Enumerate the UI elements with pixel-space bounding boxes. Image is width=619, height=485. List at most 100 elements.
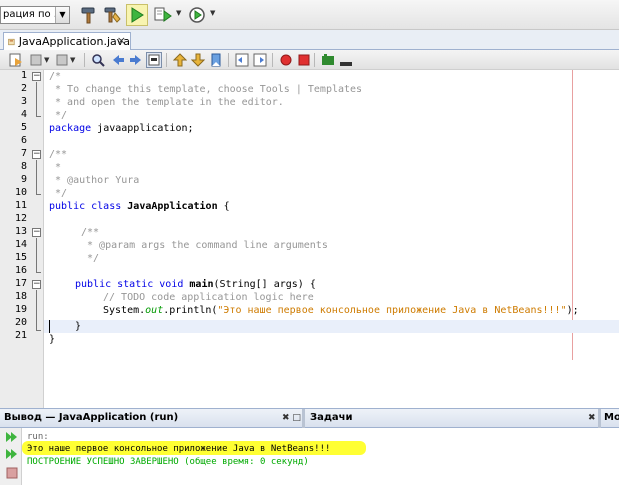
line-number: 16 [14, 265, 27, 276]
panel-divider[interactable] [302, 409, 305, 429]
toggle-bookmark-button[interactable] [208, 52, 224, 68]
tab-java-application[interactable]: JavaApplication.java × [3, 32, 131, 50]
code-line-16: public static void main(String[] args) { [75, 278, 316, 291]
line-number: 19 [14, 304, 27, 315]
line-number: 3 [20, 96, 27, 107]
code-line-18: System.out.println("Это наше первое конс… [103, 304, 579, 317]
stop-macro-button[interactable] [296, 52, 312, 68]
debug-project-button[interactable] [152, 4, 174, 26]
code-line-19: } [75, 321, 82, 332]
profile-project-button[interactable] [186, 4, 208, 26]
third-panel-title[interactable]: Мо [604, 412, 619, 423]
bookmark-icon [173, 53, 187, 67]
uncomment-button[interactable] [338, 52, 354, 68]
code-line-4: */ [49, 110, 68, 121]
close-icon[interactable]: × [117, 34, 126, 47]
line-number-gutter: 1 2 3 4 5 6 7 8 9 10 11 12 13 14 15 16 17 18 19 20 21 [0, 70, 44, 408]
string-literal: "Это наше первое консольное приложение J… [217, 305, 567, 316]
code-text: .println( [163, 305, 218, 316]
code-line-10: */ [49, 188, 68, 199]
record-icon [280, 54, 292, 66]
class-name: JavaApplication [127, 201, 218, 212]
code-line-2: * To change this template, choose Tools … [49, 84, 363, 95]
chevron-down-icon[interactable]: ▼ [70, 56, 75, 64]
clean-build-icon [104, 7, 121, 23]
line-number: 2 [20, 83, 27, 94]
last-edit-button[interactable] [8, 52, 24, 68]
editor-toolbar: ▼ ▼ [0, 50, 619, 70]
rerun-button[interactable] [5, 430, 19, 444]
stop-icon [298, 54, 310, 66]
back-button[interactable] [28, 52, 44, 68]
next-bookmark-button[interactable] [190, 52, 206, 68]
output-message-line: Это наше первое консольное приложение Ja… [27, 444, 331, 454]
shift-left-button[interactable] [234, 52, 250, 68]
forward-button[interactable] [54, 52, 70, 68]
chevron-down-icon[interactable]: ▼ [210, 9, 215, 17]
fold-guide [36, 290, 37, 330]
hammer-icon [81, 7, 95, 24]
code-line-11: public class JavaApplication { [49, 200, 230, 213]
fold-toggle[interactable]: − [32, 72, 41, 81]
line-number: 5 [20, 122, 27, 133]
comment-button[interactable] [320, 52, 336, 68]
find-previous-button[interactable] [110, 52, 126, 68]
start-macro-button[interactable] [278, 52, 294, 68]
fold-toggle[interactable]: − [32, 280, 41, 289]
rerun-with-params-button[interactable] [5, 447, 19, 461]
tasks-panel-title[interactable]: Задачи [310, 412, 353, 423]
fold-guide [36, 194, 41, 195]
fold-toggle[interactable]: − [32, 228, 41, 237]
chevron-down-icon[interactable]: ▼ [176, 9, 181, 17]
close-icon[interactable]: ✖ [588, 413, 596, 423]
line-number: 13 [14, 226, 27, 237]
code-line-1: /* [49, 71, 62, 82]
configuration-select[interactable]: рация по ... ▼ [0, 6, 70, 24]
panel-divider[interactable] [598, 409, 601, 429]
stop-button[interactable] [5, 466, 19, 480]
clean-build-button[interactable] [102, 4, 124, 26]
line-number: 20 [14, 317, 27, 328]
back-icon [30, 54, 42, 66]
output-panel-title[interactable]: Вывод — JavaApplication (run) [4, 412, 178, 423]
bookmark-icon [191, 53, 205, 67]
run-project-button[interactable] [126, 4, 148, 26]
panel-controls[interactable]: ✖ □ [282, 413, 301, 423]
main-toolbar: рация по ... ▼ ▼ ▼ [0, 0, 619, 30]
code-text: { [217, 201, 230, 212]
line-number: 15 [14, 252, 27, 263]
bookmark-icon [211, 53, 221, 67]
output-run-line: run: [27, 432, 49, 442]
toolbar-divider [272, 53, 273, 67]
java-file-icon [8, 38, 15, 45]
profile-icon [189, 7, 205, 23]
code-text: System. [103, 305, 146, 316]
line-number: 18 [14, 291, 27, 302]
line-number: 9 [20, 174, 27, 185]
code-text: (String[] args) { [213, 279, 316, 290]
code-line-17: // TODO code application logic here [103, 292, 314, 303]
code-editor[interactable]: 1 2 3 4 5 6 7 8 9 10 11 12 13 14 15 16 17 18 19 20 21 − − − … [0, 70, 619, 408]
output-panel[interactable]: run: Это наше первое консольное приложен… [0, 428, 619, 485]
keyword: public static void [75, 279, 184, 290]
chevron-down-icon[interactable]: ▼ [44, 56, 49, 64]
line-number: 17 [14, 278, 27, 289]
run-icon [131, 7, 144, 23]
find-next-button[interactable] [128, 52, 144, 68]
previous-bookmark-button[interactable] [172, 52, 188, 68]
find-button[interactable] [90, 52, 106, 68]
toggle-highlight-button[interactable] [146, 52, 162, 68]
code-line-14: * @param args the command line arguments [81, 240, 328, 251]
find-previous-icon [113, 55, 124, 65]
keyword: package [49, 123, 92, 134]
shift-right-button[interactable] [252, 52, 268, 68]
code-line-8: * [49, 162, 62, 173]
shift-left-icon [235, 53, 249, 67]
fold-guide [36, 330, 41, 331]
field-name: out [145, 305, 164, 316]
fold-toggle[interactable]: − [32, 150, 41, 159]
code-line-9: * @author Yura [49, 175, 140, 186]
fold-guide [36, 82, 37, 116]
code-text: javaapplication; [91, 123, 194, 134]
build-project-button[interactable] [78, 4, 100, 26]
